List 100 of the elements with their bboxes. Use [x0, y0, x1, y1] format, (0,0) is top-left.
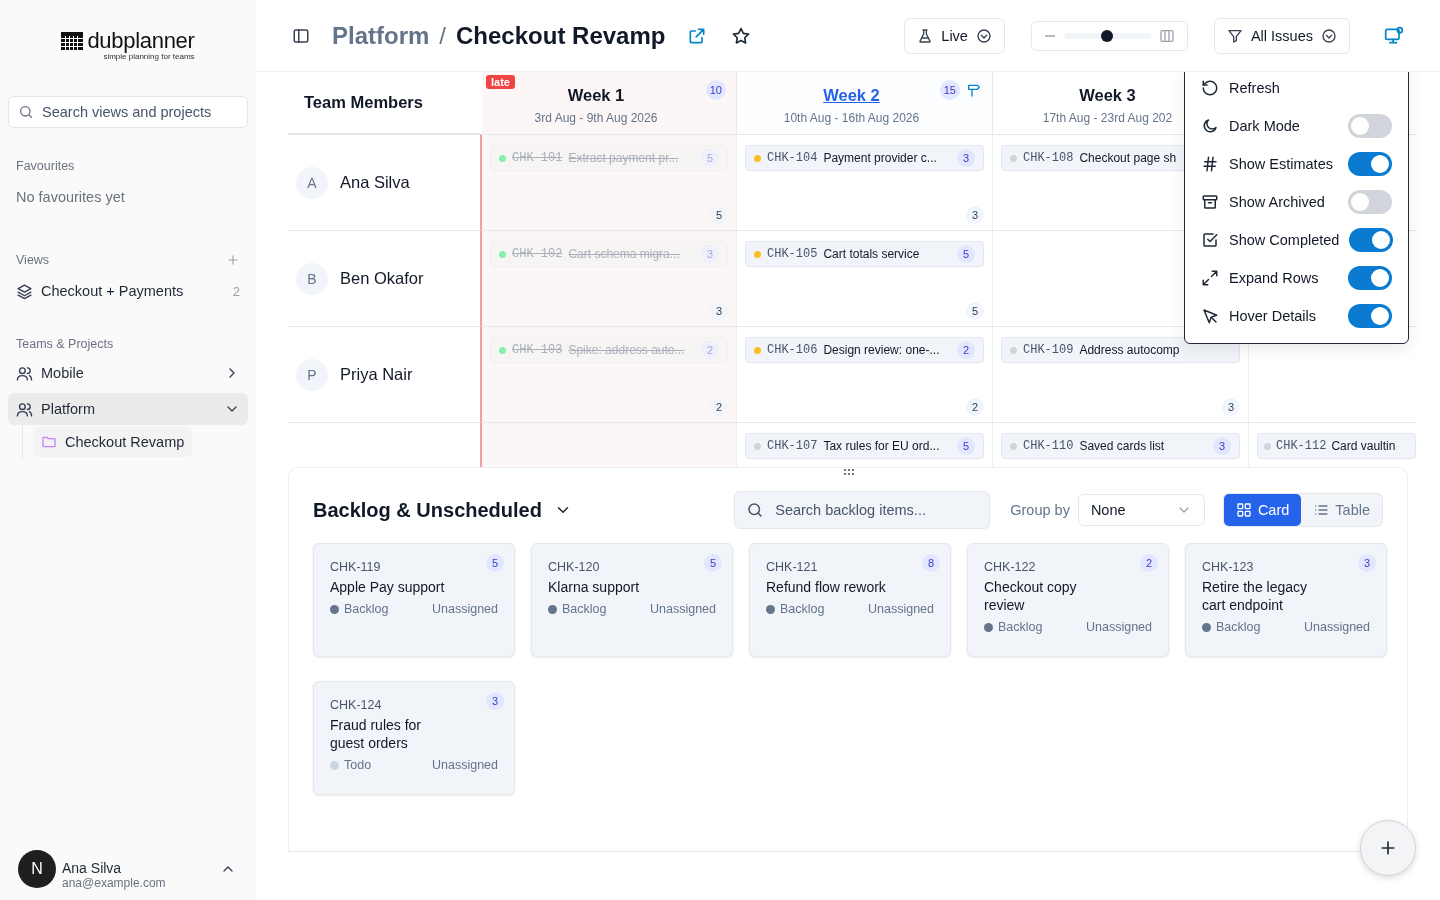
external-link-icon[interactable] — [687, 25, 708, 46]
estimate-badge: 3 — [486, 692, 504, 710]
backlog-card[interactable]: CHK-124 3 Fraud rules for guest orders Todo Unassigned — [313, 681, 515, 795]
estimate-badge: 5 — [701, 149, 719, 167]
mode-dropdown[interactable]: Live — [904, 17, 1005, 54]
sidebar-toggle-icon[interactable] — [292, 26, 310, 45]
member-name: Priya Nair — [340, 365, 413, 384]
columns-icon[interactable] — [1158, 27, 1175, 44]
points-total: 2 — [710, 398, 728, 416]
section-label: Views — [16, 253, 50, 267]
member-name: Ana Silva — [340, 173, 410, 192]
backlog-card[interactable]: CHK-121 8 Refund flow rework Backlog Unassigned — [749, 543, 951, 657]
issue-card[interactable]: CHK-107 Tax rules for EU ord... 5 — [745, 433, 984, 459]
issue-card[interactable]: CHK-105 Cart totals service 5 — [745, 241, 984, 267]
status-label: Backlog — [562, 602, 608, 616]
view-item[interactable]: Checkout + Payments 2 — [8, 275, 248, 307]
team-item[interactable]: Platform — [8, 393, 248, 425]
hash-icon — [1201, 155, 1219, 173]
toggle-switch[interactable] — [1348, 114, 1392, 138]
issue-card[interactable]: CHK-109 Address autocomp — [1001, 337, 1240, 363]
status-label: Backlog — [780, 602, 826, 616]
archive-icon — [1201, 193, 1219, 211]
issue-id: CHK-122 — [984, 560, 1036, 574]
layers-icon — [16, 282, 33, 300]
breadcrumb-separator: / — [439, 21, 447, 50]
expand-icon — [1201, 269, 1219, 287]
points-total: 3 — [710, 302, 728, 320]
menu-item[interactable]: Show Completed — [1201, 221, 1392, 259]
menu-item[interactable]: Dark Mode — [1201, 107, 1392, 145]
issue-id: CHK-119 — [330, 560, 381, 574]
team-icon — [16, 400, 33, 418]
issue-id: CHK-123 — [1202, 560, 1254, 574]
estimate-badge: 2 — [957, 341, 975, 359]
search-field[interactable]: Search backlog items... — [734, 491, 991, 529]
estimate-badge: 3 — [957, 149, 975, 167]
issue-title: Apple Pay support — [330, 578, 446, 596]
issue-id: CHK-124 — [330, 698, 382, 712]
assignee-label: Unassigned — [650, 602, 716, 616]
menu-item[interactable]: Show Archived — [1201, 183, 1392, 221]
search-field[interactable]: Search views and projects — [8, 96, 248, 128]
toggle-switch[interactable] — [1348, 152, 1392, 176]
issue-card[interactable]: CHK-106 Design review: one-... 2 — [745, 337, 984, 363]
drag-handle-icon[interactable] — [843, 468, 855, 476]
issue-count: 15 — [939, 80, 960, 100]
display-settings-icon[interactable] — [1384, 25, 1404, 46]
estimate-badge: 5 — [486, 554, 504, 572]
team-item[interactable]: Mobile — [8, 357, 248, 389]
zoom-slider[interactable] — [1063, 32, 1151, 39]
chevron-down-icon — [975, 27, 992, 44]
estimate-badge: 5 — [957, 437, 975, 455]
menu-item[interactable]: Expand Rows — [1201, 259, 1392, 297]
view-toggle[interactable]: Card — [1223, 494, 1302, 526]
estimate-badge: 3 — [1358, 554, 1376, 572]
menu-item[interactable]: Refresh — [1201, 72, 1392, 107]
group-by-select[interactable]: None — [1077, 494, 1205, 526]
issue-id: CHK-120 — [548, 560, 600, 574]
late-badge: late — [486, 75, 515, 89]
week-dates: 3rd Aug - 9th Aug 2026 — [534, 110, 658, 125]
project-item[interactable]: Checkout Revamp — [33, 427, 193, 457]
estimate-badge: 3 — [701, 245, 719, 263]
backlog-card[interactable]: CHK-119 5 Apple Pay support Backlog Unassigned — [313, 543, 515, 657]
assignee-label: Unassigned — [868, 602, 934, 616]
issue-card[interactable]: CHK-110 Saved cards list 3 — [1001, 433, 1240, 459]
toggle-switch[interactable] — [1348, 304, 1392, 328]
group-by-label: Group by — [1010, 502, 1070, 518]
issue-card[interactable]: CHK-112 Card vaultin — [1257, 433, 1416, 459]
estimate-badge: 3 — [1213, 437, 1231, 455]
week-title[interactable]: Week 2 — [823, 85, 880, 105]
breadcrumb-link[interactable]: Platform — [332, 21, 430, 50]
menu-item[interactable]: Hover Details — [1201, 297, 1392, 335]
issue-count: 10 — [705, 80, 726, 100]
issue-title: Checkout copy review — [984, 578, 1078, 614]
moon-icon — [1201, 117, 1219, 135]
toggle-switch[interactable] — [1348, 190, 1392, 214]
toggle-switch[interactable] — [1348, 266, 1392, 290]
status-label: Todo — [344, 758, 373, 772]
checkbox-icon — [1201, 231, 1219, 249]
estimate-badge: 8 — [922, 554, 940, 572]
toggle-switch[interactable] — [1349, 228, 1394, 252]
section-label: Favourites — [16, 159, 76, 173]
points-total: 3 — [1222, 398, 1240, 416]
pointer-icon — [1201, 307, 1219, 325]
user-avatar[interactable]: N — [18, 850, 56, 888]
member-avatar: A — [296, 166, 328, 199]
issue-card[interactable]: CHK-104 Payment provider c... 3 — [745, 145, 984, 171]
points-total: 5 — [710, 206, 728, 224]
backlog-card[interactable]: CHK-120 5 Klarna support Backlog Unassigned — [531, 543, 733, 657]
backlog-card[interactable]: CHK-122 2 Checkout copy review Backlog Unassigned — [967, 543, 1169, 657]
member-avatar: P — [296, 358, 328, 391]
grid-icon — [1235, 502, 1252, 518]
view-toggle[interactable]: Table — [1301, 494, 1382, 526]
points-total: 3 — [966, 206, 984, 224]
issue-title: Klarna support — [548, 578, 641, 596]
logo-icon — [61, 32, 84, 50]
signpost-icon — [966, 82, 982, 98]
star-icon[interactable] — [731, 25, 752, 46]
user-name: Ana Silva — [62, 860, 123, 876]
team-icon — [16, 364, 33, 382]
backlog-card[interactable]: CHK-123 3 Retire the legacy cart endpoint Backlog Unassigned — [1185, 543, 1387, 657]
filter-dropdown[interactable]: All Issues — [1213, 17, 1350, 54]
